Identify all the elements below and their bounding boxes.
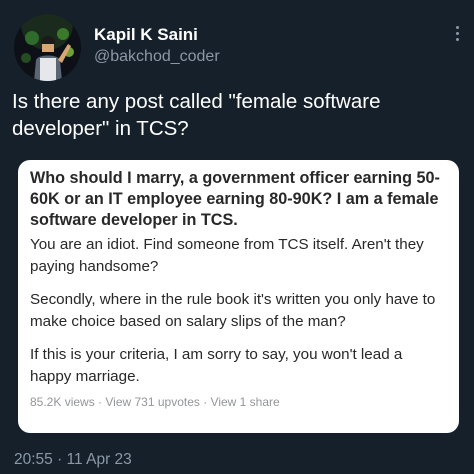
tweet-timestamp[interactable]: 20:55 · 11 Apr 23 xyxy=(14,451,132,469)
answer-paragraph: If this is your criteria, I am sorry to … xyxy=(30,346,403,385)
answer-paragraph: You are an idiot. Find someone from TCS … xyxy=(30,236,424,275)
avatar[interactable] xyxy=(14,14,81,81)
tweet-text: Is there any post called "female softwar… xyxy=(12,90,381,140)
question-title: Who should I marry, a government officer… xyxy=(30,169,440,229)
quora-screenshot-card[interactable]: Who should I marry, a government officer… xyxy=(18,160,459,433)
tweet: Kapil K Saini @bakchod_coder Is there an… xyxy=(0,0,474,474)
answer-stats: 85.2K views · View 731 upvotes · View 1 … xyxy=(30,395,280,409)
answer-paragraph: Secondly, where in the rule book it's wr… xyxy=(30,291,436,330)
more-vertical-icon[interactable] xyxy=(452,26,462,46)
display-name[interactable]: Kapil K Saini xyxy=(94,25,198,45)
avatar-image xyxy=(14,14,81,81)
user-handle[interactable]: @bakchod_coder xyxy=(94,48,220,66)
